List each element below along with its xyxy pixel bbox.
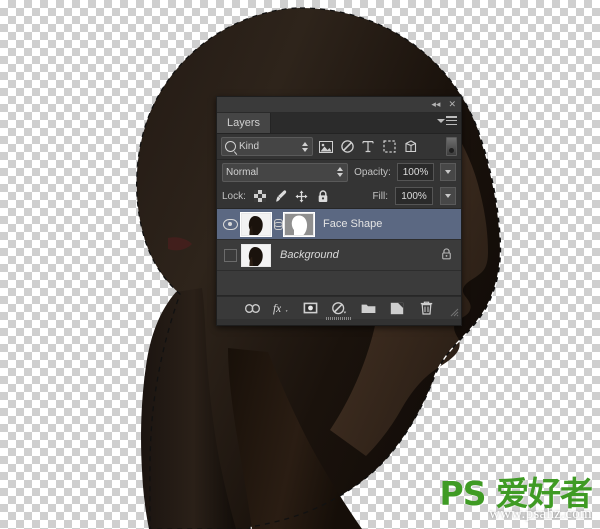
- mask-glyph: [303, 302, 317, 314]
- chain-icon: [273, 218, 283, 230]
- type-layer-filter-glyph: [362, 141, 374, 153]
- mask-thumbnail-glyph: [285, 213, 313, 235]
- trash-glyph: [420, 301, 432, 315]
- shape-layer-filter-glyph: [382, 140, 396, 153]
- adjustment-layer-filter-icon[interactable]: [339, 139, 355, 155]
- watermark-logo: PS 爱好者: [439, 473, 593, 513]
- layer-thumbnail-glyph: [242, 213, 270, 235]
- layers-panel[interactable]: ◂◂ ✕ Layers Kind Normal Opacity: 100% Lo…: [216, 96, 462, 326]
- filter-kind-select[interactable]: Kind: [221, 137, 313, 156]
- filter-kind-label: Kind: [239, 141, 260, 152]
- pixel-layer-filter-glyph: [319, 140, 333, 153]
- lock-position-icon[interactable]: [295, 189, 309, 203]
- fill-input[interactable]: 100%: [395, 187, 433, 205]
- blend-mode-stepper[interactable]: [336, 166, 344, 178]
- search-icon: [225, 141, 236, 152]
- blend-mode-select[interactable]: Normal: [222, 162, 349, 182]
- layer-filter-row: Kind: [217, 134, 461, 160]
- opacity-input[interactable]: 100%: [396, 163, 435, 181]
- layers-bottom-toolbar: fx: [217, 296, 461, 320]
- tab-layers-label: Layers: [227, 117, 261, 129]
- close-panel-icon[interactable]: ✕: [448, 100, 456, 109]
- add-layer-mask-icon[interactable]: [302, 300, 318, 316]
- layer-locked-icon: [441, 247, 452, 263]
- layer-list[interactable]: Face Shape Background: [217, 209, 461, 296]
- opacity-dropdown-icon[interactable]: [440, 163, 457, 181]
- padlock-glyph: [442, 247, 451, 259]
- panel-menu-lines: [446, 116, 457, 125]
- new-layer-glyph: [390, 301, 404, 314]
- brush-glyph: [276, 190, 287, 202]
- blend-mode-value: Normal: [226, 166, 259, 178]
- opacity-label: Opacity:: [354, 166, 391, 178]
- layer-visibility-toggle-face-shape[interactable]: [219, 209, 241, 239]
- smart-object-filter-icon[interactable]: [402, 139, 418, 155]
- lock-all-icon[interactable]: [316, 189, 330, 203]
- neck-shoulder: [228, 348, 362, 529]
- layer-visibility-toggle-background[interactable]: [219, 240, 241, 270]
- table-row[interactable]: Background: [217, 240, 461, 271]
- padlock-glyph: [318, 189, 328, 202]
- panel-scroll-nub[interactable]: [326, 317, 352, 320]
- table-row[interactable]: Face Shape: [217, 209, 461, 240]
- eye-off-icon: [223, 248, 237, 262]
- folder-glyph: [361, 304, 375, 313]
- watermark: PS 爱好者 www.psahz.com: [439, 473, 593, 523]
- svg-text:fx: fx: [273, 303, 281, 315]
- lock-image-pixels-icon[interactable]: [274, 189, 288, 203]
- panel-tab-bar: Layers: [217, 113, 461, 134]
- panel-resize-grip[interactable]: [450, 308, 459, 317]
- layer-name-face-shape[interactable]: Face Shape: [323, 218, 382, 230]
- lock-fill-row: Lock: Fill: 100%: [217, 184, 461, 209]
- tab-layers[interactable]: Layers: [217, 113, 272, 133]
- background-thumbnail-glyph: [242, 244, 270, 266]
- panel-titlebar: ◂◂ ✕: [217, 97, 461, 113]
- smart-object-filter-glyph: [404, 140, 416, 153]
- panel-menu-triangle: [437, 118, 445, 123]
- link-layers-icon[interactable]: [244, 300, 260, 316]
- link-glyph: [244, 303, 260, 313]
- lock-transparent-pixels-icon[interactable]: [253, 189, 267, 203]
- type-layer-filter-icon[interactable]: [360, 139, 376, 155]
- blend-opacity-row: Normal Opacity: 100%: [217, 160, 461, 184]
- eye-icon: [222, 218, 238, 230]
- delete-layer-icon[interactable]: [418, 300, 434, 316]
- filter-enable-toggle[interactable]: [446, 137, 457, 156]
- panel-menu-icon[interactable]: [437, 116, 457, 125]
- hair-tie: [168, 237, 192, 251]
- layer-thumbnail-background[interactable]: [241, 243, 271, 267]
- fill-label: Fill:: [372, 190, 388, 202]
- collapse-panel-icon[interactable]: ◂◂: [431, 100, 440, 109]
- adjustment-glyph: [331, 301, 346, 314]
- layer-name-background[interactable]: Background: [280, 249, 339, 261]
- checkerboard-glyph: [253, 190, 266, 202]
- layer-style-fx-icon[interactable]: fx: [273, 300, 289, 316]
- resize-grip-glyph: [450, 308, 459, 317]
- lock-label: Lock:: [222, 190, 246, 202]
- watermark-url: www.psahz.com: [489, 506, 592, 522]
- adjustment-layer-filter-glyph: [340, 140, 354, 153]
- new-adjustment-layer-icon[interactable]: [331, 300, 347, 316]
- filter-kind-stepper[interactable]: [301, 141, 309, 153]
- fill-dropdown-icon[interactable]: [440, 187, 456, 205]
- layer-mask-link-icon[interactable]: [271, 218, 284, 230]
- new-group-icon[interactable]: [360, 300, 376, 316]
- fx-glyph: fx: [273, 303, 288, 315]
- pixel-layer-filter-icon[interactable]: [318, 139, 334, 155]
- shape-layer-filter-icon[interactable]: [381, 139, 397, 155]
- new-layer-icon[interactable]: [389, 300, 405, 316]
- layer-thumbnail-face-shape[interactable]: [240, 211, 272, 237]
- photoshop-canvas: ◂◂ ✕ Layers Kind Normal Opacity: 100% Lo…: [0, 0, 600, 529]
- move-arrows-glyph: [295, 190, 308, 202]
- layer-mask-thumbnail-face-shape[interactable]: [283, 211, 315, 237]
